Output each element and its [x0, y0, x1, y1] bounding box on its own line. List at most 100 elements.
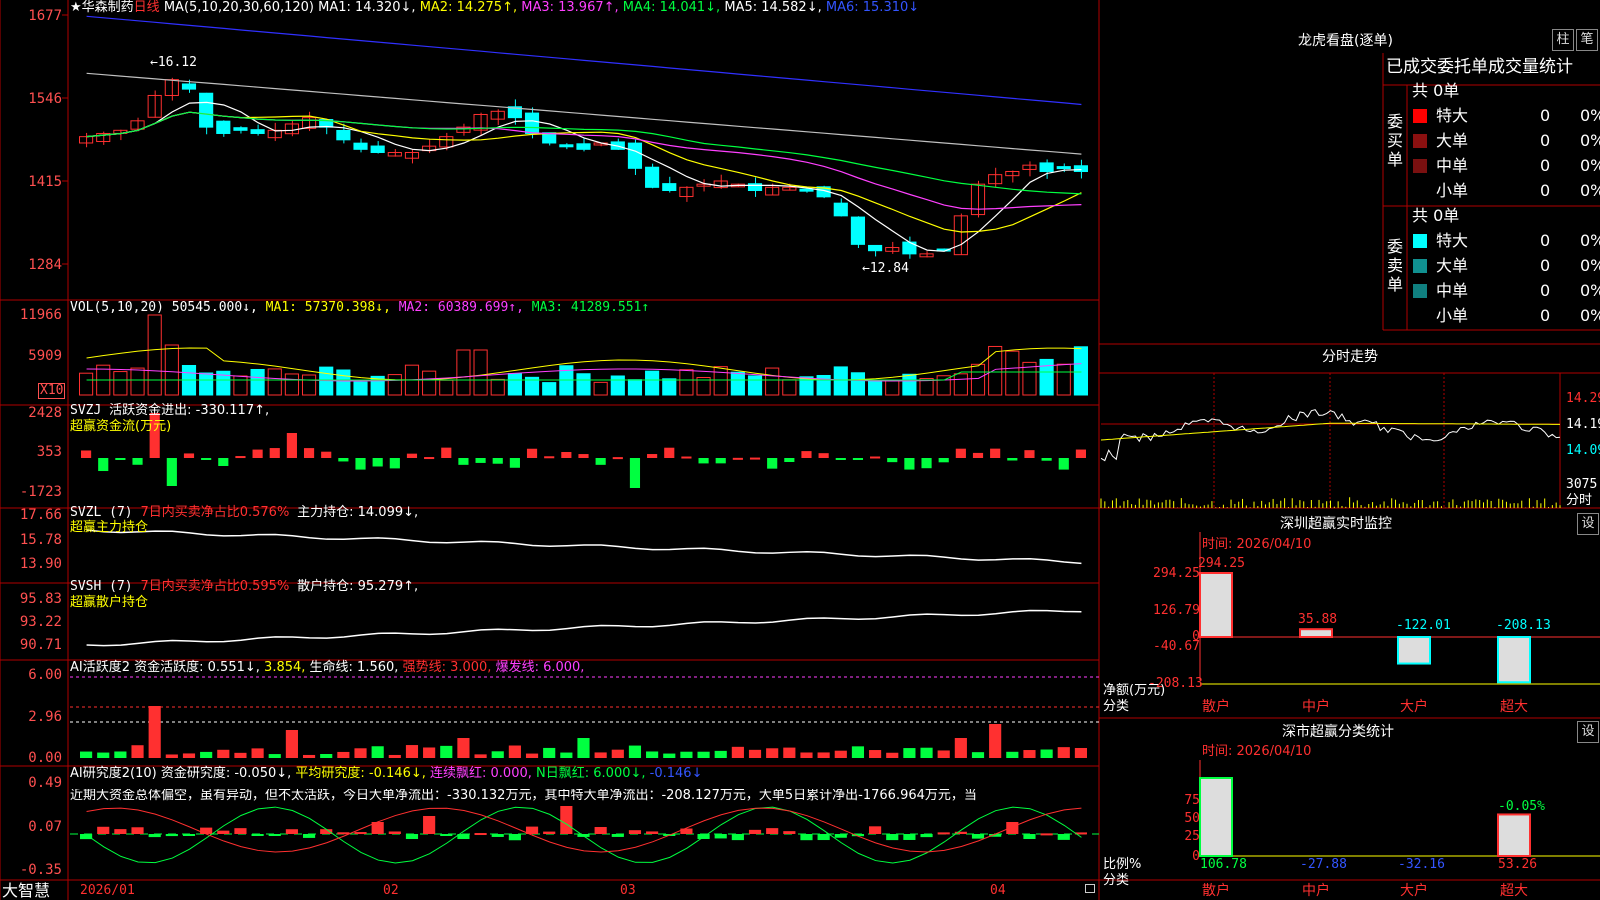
candle	[1056, 166, 1071, 170]
activity-bar	[97, 752, 110, 758]
monitor-settings-button[interactable]: 设	[1577, 513, 1599, 535]
research-bar	[748, 829, 762, 834]
research-bar	[817, 834, 830, 841]
activity-bar	[766, 748, 779, 758]
longhu-title: 龙虎看盘(逐单)	[1298, 33, 1393, 49]
money-flow-bar	[441, 447, 452, 458]
order-percent: 0%	[1580, 306, 1600, 325]
bar-mode-button[interactable]: 柱	[1552, 29, 1574, 51]
research-bar	[903, 834, 916, 840]
activity-bar	[114, 751, 127, 758]
activity-bar	[371, 746, 384, 758]
money-flow-bar	[938, 458, 949, 463]
classify-axis-label: 50	[1184, 811, 1200, 826]
money-flow-bar	[1075, 449, 1086, 458]
volume-bar	[284, 373, 299, 396]
legend-swatch	[1413, 184, 1427, 198]
favorite-star-icon[interactable]: ★	[70, 0, 82, 15]
volume-bar	[1056, 363, 1071, 396]
classify-axis-label: 0	[1192, 849, 1200, 864]
money-flow-bar	[115, 458, 126, 460]
candle	[1073, 165, 1088, 172]
order-stat-title: 已成交委托单成交量统计	[1386, 57, 1573, 77]
money-flow-bar	[544, 456, 555, 459]
classify-settings-button[interactable]: 设	[1577, 721, 1599, 743]
research-bar	[354, 832, 367, 835]
research-bar	[1006, 822, 1019, 834]
research-bar	[200, 827, 213, 834]
svsh-axis-label: 90.71	[19, 637, 62, 653]
activity-bar	[543, 747, 556, 758]
research-bar	[783, 831, 796, 834]
volume-bar	[147, 314, 162, 396]
order-type-label: 小单	[1436, 181, 1469, 200]
tick-mode-button[interactable]: 笔	[1576, 29, 1598, 51]
net-flow-bar	[1299, 628, 1333, 639]
candle	[868, 244, 883, 252]
money-flow-bar	[1041, 458, 1052, 461]
volume-bar	[267, 368, 282, 396]
order-count: 0	[1540, 156, 1551, 175]
activity-bar	[817, 752, 830, 758]
activity-bar	[971, 752, 985, 758]
monitor-ylabel: 净额(万元)	[1103, 683, 1166, 698]
activity-bar	[886, 752, 899, 758]
ratio-value: 106.78	[1200, 857, 1247, 872]
activity-bar	[697, 751, 710, 758]
money-flow-bar	[303, 448, 315, 458]
research-bar	[543, 831, 556, 834]
activity-bar	[285, 730, 298, 758]
candle	[833, 202, 848, 217]
activity-bar	[354, 748, 367, 758]
activity-bar	[989, 724, 1002, 758]
volume-bar	[988, 345, 1003, 396]
lock-icon[interactable]	[1085, 884, 1095, 893]
money-flow-bar	[1024, 450, 1035, 458]
activity-bar	[954, 738, 967, 758]
ai-research-label: AI研究度2(10)	[70, 766, 157, 781]
research-bar	[920, 834, 933, 838]
candle	[799, 188, 814, 192]
money-flow-bar	[784, 458, 795, 462]
period-label[interactable]: 日线	[134, 0, 160, 15]
order-percent: 0%	[1580, 181, 1600, 200]
research-bar	[869, 826, 882, 834]
money-flow-bar	[509, 458, 520, 468]
order-percent: 0%	[1580, 106, 1600, 125]
activity-bar	[302, 754, 316, 758]
ai-research-b: 平均研究度: -0.146↓,	[295, 766, 426, 781]
net-flow-value: 35.88	[1298, 612, 1338, 628]
volume-bar	[713, 366, 728, 396]
ma-params: MA(5,10,20,30,60,120)	[163, 0, 314, 15]
money-flow-bar	[183, 453, 195, 458]
research-bar	[114, 829, 127, 834]
candle	[850, 216, 866, 245]
ma6-line	[86, 15, 1082, 106]
date-tick: 04	[990, 883, 1006, 898]
research-bar	[80, 834, 93, 840]
activity-bar	[182, 753, 196, 758]
date-tick: 03	[620, 883, 636, 898]
activity-bar	[783, 747, 796, 758]
research-bar	[628, 830, 642, 834]
order-type-label: 大单	[1436, 256, 1469, 275]
sell-total: 共 0单	[1412, 206, 1460, 225]
money-flow-bar	[406, 453, 418, 458]
research-bar	[834, 834, 847, 838]
money-flow-bar	[578, 454, 589, 458]
volume-bar	[1039, 358, 1054, 396]
money-flow-bar	[749, 457, 761, 460]
money-flow-bar	[698, 458, 709, 464]
research-bar	[611, 834, 624, 837]
ratio-value: -27.88	[1300, 857, 1347, 872]
volume-bar	[353, 381, 368, 396]
candle	[233, 127, 248, 131]
research-bar	[423, 816, 436, 834]
ai-research-comment: 近期大资金总体偏空，虽有异动，但不太活跃，今日大单净流出：-330.132万元，…	[70, 789, 977, 803]
brand-logo: 大智慧	[2, 881, 51, 900]
vol-value: 50545.000↓,	[171, 300, 258, 315]
legend-swatch	[1413, 309, 1427, 323]
candle	[970, 183, 986, 216]
money-flow-bar	[1007, 458, 1018, 461]
research-bar	[937, 832, 950, 835]
